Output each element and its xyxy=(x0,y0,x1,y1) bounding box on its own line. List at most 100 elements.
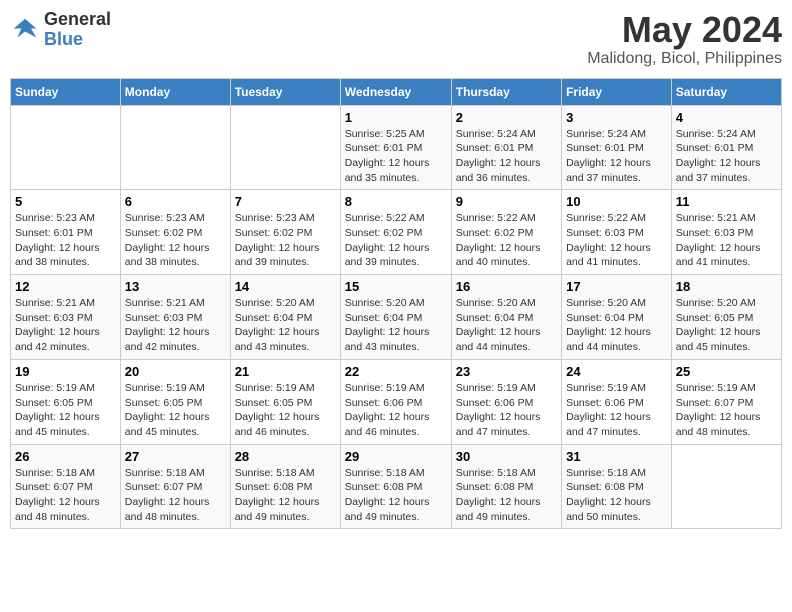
day-cell: 17 Sunrise: 5:20 AM Sunset: 6:04 PM Dayli… xyxy=(562,275,672,360)
column-header-friday: Friday xyxy=(562,78,672,105)
day-detail: Sunrise: 5:21 AM Sunset: 6:03 PM Dayligh… xyxy=(15,296,116,355)
day-cell: 13Sunrise: 5:21 AM Sunset: 6:03 PM Dayli… xyxy=(120,275,230,360)
day-number: 26 xyxy=(15,449,116,464)
day-detail: Sunrise: 5:19 AM Sunset: 6:05 PM Dayligh… xyxy=(235,381,336,440)
column-header-saturday: Saturday xyxy=(671,78,781,105)
column-header-thursday: Thursday xyxy=(451,78,561,105)
day-cell: 28 Sunrise: 5:18 AM Sunset: 6:08 PM Dayli… xyxy=(230,444,340,529)
day-cell: 25Sunrise: 5:19 AM Sunset: 6:07 PM Dayli… xyxy=(671,359,781,444)
day-cell: 5 Sunrise: 5:23 AM Sunset: 6:01 PM Daylig… xyxy=(11,190,121,275)
day-detail: Sunrise: 5:19 AM Sunset: 6:06 PM Dayligh… xyxy=(456,381,557,440)
day-detail: Sunrise: 5:19 AM Sunset: 6:06 PM Dayligh… xyxy=(566,381,667,440)
day-detail: Sunrise: 5:22 AM Sunset: 6:02 PM Dayligh… xyxy=(345,211,447,270)
day-cell xyxy=(230,105,340,190)
day-number: 22 xyxy=(345,364,447,379)
day-number: 9 xyxy=(456,194,557,209)
logo: General Blue xyxy=(10,10,111,50)
day-number: 4 xyxy=(676,110,777,125)
day-number: 2 xyxy=(456,110,557,125)
day-detail: Sunrise: 5:20 AM Sunset: 6:04 PM Dayligh… xyxy=(235,296,336,355)
day-cell: 2 Sunrise: 5:24 AM Sunset: 6:01 PM Daylig… xyxy=(451,105,561,190)
day-detail: Sunrise: 5:20 AM Sunset: 6:05 PM Dayligh… xyxy=(676,296,777,355)
day-cell: 21 Sunrise: 5:19 AM Sunset: 6:05 PM Dayli… xyxy=(230,359,340,444)
day-cell xyxy=(11,105,121,190)
day-number: 19 xyxy=(15,364,116,379)
week-row-1: 1Sunrise: 5:25 AM Sunset: 6:01 PM Daylig… xyxy=(11,105,782,190)
day-detail: Sunrise: 5:19 AM Sunset: 6:05 PM Dayligh… xyxy=(125,381,226,440)
day-detail: Sunrise: 5:23 AM Sunset: 6:01 PM Dayligh… xyxy=(15,211,116,270)
title-block: May 2024 Malidong, Bicol, Philippines xyxy=(587,10,782,68)
day-cell: 14 Sunrise: 5:20 AM Sunset: 6:04 PM Dayli… xyxy=(230,275,340,360)
day-cell: 9 Sunrise: 5:22 AM Sunset: 6:02 PM Daylig… xyxy=(451,190,561,275)
day-number: 18 xyxy=(676,279,777,294)
day-cell: 1Sunrise: 5:25 AM Sunset: 6:01 PM Daylig… xyxy=(340,105,451,190)
day-cell: 16Sunrise: 5:20 AM Sunset: 6:04 PM Dayli… xyxy=(451,275,561,360)
day-cell: 6Sunrise: 5:23 AM Sunset: 6:02 PM Daylig… xyxy=(120,190,230,275)
day-number: 6 xyxy=(125,194,226,209)
day-cell: 8Sunrise: 5:22 AM Sunset: 6:02 PM Daylig… xyxy=(340,190,451,275)
day-cell: 19 Sunrise: 5:19 AM Sunset: 6:05 PM Dayli… xyxy=(11,359,121,444)
day-number: 12 xyxy=(15,279,116,294)
day-detail: Sunrise: 5:18 AM Sunset: 6:07 PM Dayligh… xyxy=(125,466,226,525)
week-row-3: 12 Sunrise: 5:21 AM Sunset: 6:03 PM Dayli… xyxy=(11,275,782,360)
day-detail: Sunrise: 5:24 AM Sunset: 6:01 PM Dayligh… xyxy=(456,127,557,186)
column-header-monday: Monday xyxy=(120,78,230,105)
day-detail: Sunrise: 5:18 AM Sunset: 6:08 PM Dayligh… xyxy=(345,466,447,525)
day-cell: 3Sunrise: 5:24 AM Sunset: 6:01 PM Daylig… xyxy=(562,105,672,190)
day-detail: Sunrise: 5:20 AM Sunset: 6:04 PM Dayligh… xyxy=(345,296,447,355)
calendar-header: SundayMondayTuesdayWednesdayThursdayFrid… xyxy=(11,78,782,105)
day-cell: 20Sunrise: 5:19 AM Sunset: 6:05 PM Dayli… xyxy=(120,359,230,444)
day-cell: 22Sunrise: 5:19 AM Sunset: 6:06 PM Dayli… xyxy=(340,359,451,444)
day-number: 28 xyxy=(235,449,336,464)
day-detail: Sunrise: 5:18 AM Sunset: 6:07 PM Dayligh… xyxy=(15,466,116,525)
day-number: 29 xyxy=(345,449,447,464)
day-cell: 24 Sunrise: 5:19 AM Sunset: 6:06 PM Dayli… xyxy=(562,359,672,444)
day-number: 17 xyxy=(566,279,667,294)
day-detail: Sunrise: 5:24 AM Sunset: 6:01 PM Dayligh… xyxy=(566,127,667,186)
day-number: 13 xyxy=(125,279,226,294)
day-detail: Sunrise: 5:18 AM Sunset: 6:08 PM Dayligh… xyxy=(566,466,667,525)
day-cell: 18 Sunrise: 5:20 AM Sunset: 6:05 PM Dayli… xyxy=(671,275,781,360)
day-number: 23 xyxy=(456,364,557,379)
day-detail: Sunrise: 5:20 AM Sunset: 6:04 PM Dayligh… xyxy=(566,296,667,355)
day-number: 21 xyxy=(235,364,336,379)
day-cell: 23 Sunrise: 5:19 AM Sunset: 6:06 PM Dayli… xyxy=(451,359,561,444)
day-cell: 11 Sunrise: 5:21 AM Sunset: 6:03 PM Dayli… xyxy=(671,190,781,275)
day-cell: 4Sunrise: 5:24 AM Sunset: 6:01 PM Daylig… xyxy=(671,105,781,190)
month-title: May 2024 xyxy=(587,10,782,50)
day-number: 5 xyxy=(15,194,116,209)
day-cell xyxy=(120,105,230,190)
week-row-2: 5 Sunrise: 5:23 AM Sunset: 6:01 PM Daylig… xyxy=(11,190,782,275)
day-detail: Sunrise: 5:22 AM Sunset: 6:03 PM Dayligh… xyxy=(566,211,667,270)
column-header-sunday: Sunday xyxy=(11,78,121,105)
day-cell: 29 Sunrise: 5:18 AM Sunset: 6:08 PM Dayli… xyxy=(340,444,451,529)
day-detail: Sunrise: 5:18 AM Sunset: 6:08 PM Dayligh… xyxy=(456,466,557,525)
day-detail: Sunrise: 5:25 AM Sunset: 6:01 PM Dayligh… xyxy=(345,127,447,186)
day-number: 15 xyxy=(345,279,447,294)
day-number: 14 xyxy=(235,279,336,294)
column-header-tuesday: Tuesday xyxy=(230,78,340,105)
day-number: 7 xyxy=(235,194,336,209)
week-row-4: 19 Sunrise: 5:19 AM Sunset: 6:05 PM Dayli… xyxy=(11,359,782,444)
day-detail: Sunrise: 5:20 AM Sunset: 6:04 PM Dayligh… xyxy=(456,296,557,355)
day-detail: Sunrise: 5:22 AM Sunset: 6:02 PM Dayligh… xyxy=(456,211,557,270)
location-subtitle: Malidong, Bicol, Philippines xyxy=(587,50,782,68)
calendar-body: 1Sunrise: 5:25 AM Sunset: 6:01 PM Daylig… xyxy=(11,105,782,529)
day-detail: Sunrise: 5:21 AM Sunset: 6:03 PM Dayligh… xyxy=(676,211,777,270)
page-header: General Blue May 2024 Malidong, Bicol, P… xyxy=(10,10,782,68)
day-cell: 26 Sunrise: 5:18 AM Sunset: 6:07 PM Dayli… xyxy=(11,444,121,529)
day-cell: 12 Sunrise: 5:21 AM Sunset: 6:03 PM Dayli… xyxy=(11,275,121,360)
day-cell: 15 Sunrise: 5:20 AM Sunset: 6:04 PM Dayli… xyxy=(340,275,451,360)
day-number: 24 xyxy=(566,364,667,379)
day-number: 11 xyxy=(676,194,777,209)
day-cell: 27Sunrise: 5:18 AM Sunset: 6:07 PM Dayli… xyxy=(120,444,230,529)
day-number: 30 xyxy=(456,449,557,464)
day-detail: Sunrise: 5:19 AM Sunset: 6:05 PM Dayligh… xyxy=(15,381,116,440)
day-number: 31 xyxy=(566,449,667,464)
day-cell: 30 Sunrise: 5:18 AM Sunset: 6:08 PM Dayli… xyxy=(451,444,561,529)
day-number: 25 xyxy=(676,364,777,379)
day-detail: Sunrise: 5:18 AM Sunset: 6:08 PM Dayligh… xyxy=(235,466,336,525)
day-cell xyxy=(671,444,781,529)
header-row: SundayMondayTuesdayWednesdayThursdayFrid… xyxy=(11,78,782,105)
day-number: 10 xyxy=(566,194,667,209)
